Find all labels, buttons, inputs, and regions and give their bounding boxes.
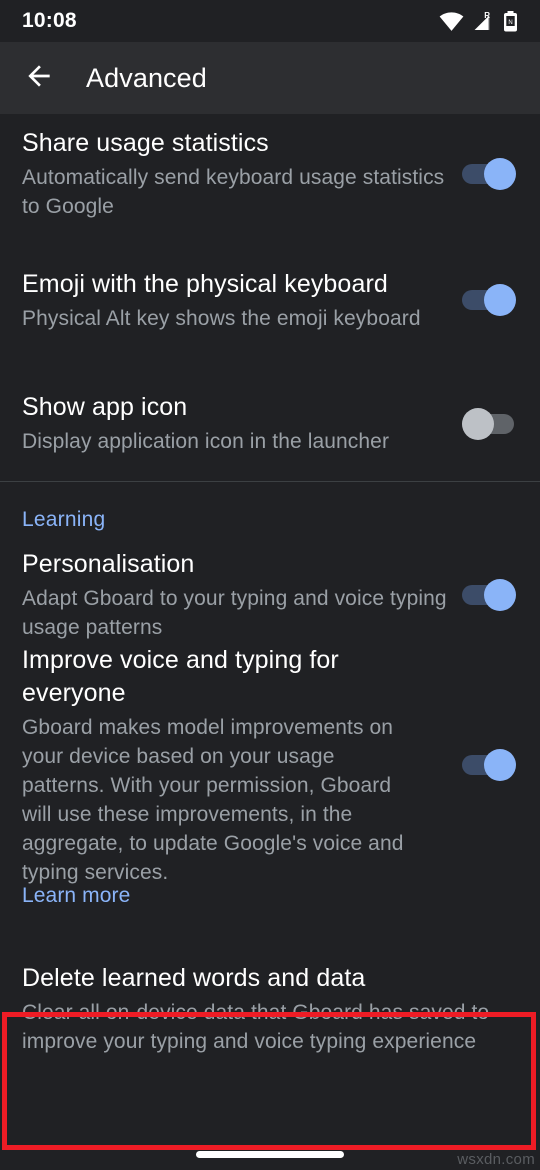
preference-title: Show app icon: [22, 393, 188, 421]
preference-text: Share usage statistics Automatically sen…: [22, 127, 462, 221]
switch-knob: [484, 749, 516, 781]
watermark: wsxdn.com: [457, 1151, 535, 1168]
arrow-back-icon: [23, 60, 55, 97]
preference-title: Delete learned words and data: [22, 964, 366, 992]
page-title: Advanced: [86, 62, 207, 93]
switch-knob: [484, 579, 516, 611]
settings-list[interactable]: Share usage statistics Automatically sen…: [0, 114, 540, 1170]
preference-summary: Gboard makes model improvements on your …: [22, 715, 404, 884]
category-header-learning: Learning: [22, 508, 106, 531]
battery-icon: N: [503, 10, 518, 32]
preference-show-app-icon[interactable]: Show app icon Display application icon i…: [0, 366, 540, 481]
preference-title: Improve voice and typing for everyone: [22, 645, 339, 707]
switch-show-app-icon[interactable]: [462, 407, 516, 440]
cellular-signal-roaming-icon: R: [471, 11, 496, 31]
preference-title: Emoji with the physical keyboard: [22, 269, 388, 298]
preference-text: Emoji with the physical keyboard Physica…: [22, 268, 462, 333]
switch-knob: [484, 158, 516, 190]
preference-share-usage-statistics[interactable]: Share usage statistics Automatically sen…: [0, 114, 540, 234]
preference-summary: Automatically send keyboard usage statis…: [22, 166, 445, 218]
svg-text:N: N: [508, 20, 512, 26]
toolbar: Advanced: [0, 42, 540, 114]
preference-summary: Display application icon in the launcher: [22, 430, 390, 453]
preference-text: Improve voice and typing for everyone Gb…: [22, 644, 462, 887]
preference-personalisation[interactable]: Personalisation Adapt Gboard to your typ…: [0, 540, 540, 650]
preference-summary: Clear all on-device data that Gboard has…: [22, 1001, 490, 1053]
switch-share-usage-statistics[interactable]: [462, 158, 516, 190]
status-bar-clock: 10:08: [22, 9, 77, 32]
preference-text: Show app icon Display application icon i…: [22, 391, 462, 456]
preference-title: Share usage statistics: [22, 129, 269, 157]
back-button[interactable]: [6, 45, 72, 111]
status-bar-icons: R N: [439, 10, 518, 32]
status-bar: 10:08 R N: [0, 0, 540, 42]
switch-knob: [462, 407, 494, 440]
preference-text: Personalisation Adapt Gboard to your typ…: [22, 548, 462, 642]
switch-personalisation[interactable]: [462, 579, 516, 611]
svg-text:R: R: [484, 11, 490, 20]
phone-screen: 10:08 R N Advanced Share usage statistic…: [0, 0, 540, 1170]
preference-delete-learned-words-and-data[interactable]: Delete learned words and data Clear all …: [0, 950, 540, 1068]
switch-emoji-with-physical-keyboard[interactable]: [462, 284, 516, 316]
wifi-icon: [439, 11, 464, 31]
preference-summary: Physical Alt key shows the emoji keyboar…: [22, 306, 421, 330]
switch-knob: [484, 284, 516, 316]
preference-text: Delete learned words and data Clear all …: [22, 962, 516, 1056]
preference-summary: Adapt Gboard to your typing and voice ty…: [22, 587, 447, 639]
preference-improve-voice-and-typing[interactable]: Improve voice and typing for everyone Gb…: [0, 646, 540, 884]
switch-improve-voice-and-typing[interactable]: [462, 749, 516, 781]
preference-emoji-with-physical-keyboard[interactable]: Emoji with the physical keyboard Physica…: [0, 234, 540, 366]
preference-title: Personalisation: [22, 550, 195, 578]
home-indicator[interactable]: [196, 1151, 344, 1158]
